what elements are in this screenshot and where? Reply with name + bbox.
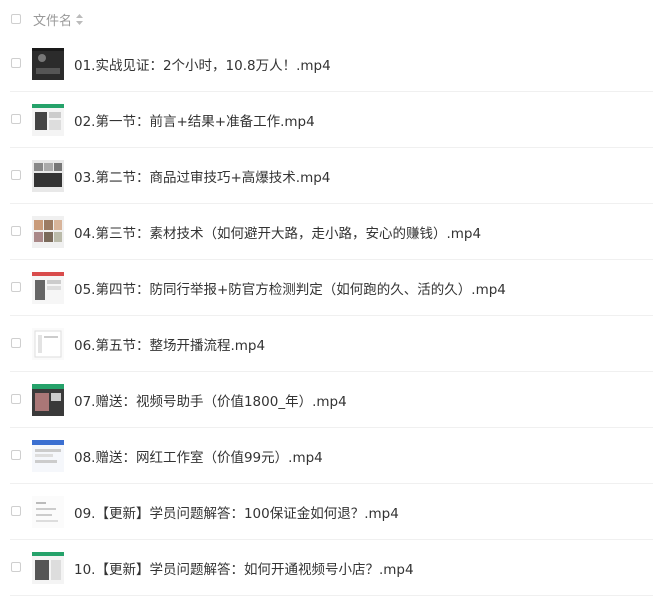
- file-name[interactable]: 02.第一节：前言+结果+准备工作.mp4: [74, 110, 315, 130]
- filename-column-header[interactable]: 文件名: [33, 10, 84, 29]
- file-name[interactable]: 06.第五节：整场开播流程.mp4: [74, 334, 265, 354]
- video-thumbnail[interactable]: [32, 160, 64, 192]
- file-row[interactable]: 03.第二节：商品过审技巧+高爆技术.mp4: [0, 148, 653, 204]
- file-checkbox[interactable]: [11, 114, 21, 124]
- select-all-checkbox[interactable]: [11, 14, 21, 24]
- video-thumbnail[interactable]: [32, 496, 64, 528]
- file-name[interactable]: 07.赠送：视频号助手（价值1800_年）.mp4: [74, 390, 347, 410]
- video-thumbnail[interactable]: [32, 384, 64, 416]
- file-row[interactable]: 04.第三节：素材技术（如何避开大路，走小路，安心的赚钱）.mp4: [0, 204, 653, 260]
- file-name[interactable]: 03.第二节：商品过审技巧+高爆技术.mp4: [74, 166, 330, 186]
- row-divider: [10, 595, 653, 596]
- file-row[interactable]: 06.第五节：整场开播流程.mp4: [0, 316, 653, 372]
- file-checkbox[interactable]: [11, 282, 21, 292]
- video-thumbnail[interactable]: [32, 216, 64, 248]
- file-checkbox[interactable]: [11, 562, 21, 572]
- video-thumbnail[interactable]: [32, 552, 64, 584]
- file-row[interactable]: 02.第一节：前言+结果+准备工作.mp4: [0, 92, 653, 148]
- file-name[interactable]: 05.第四节：防同行举报+防官方检测判定（如何跑的久、活的久）.mp4: [74, 278, 506, 298]
- video-thumbnail[interactable]: [32, 328, 64, 360]
- filename-column-label: 文件名: [33, 14, 73, 29]
- file-checkbox[interactable]: [11, 226, 21, 236]
- video-thumbnail[interactable]: [32, 48, 64, 80]
- file-row[interactable]: 05.第四节：防同行举报+防官方检测判定（如何跑的久、活的久）.mp4: [0, 260, 653, 316]
- file-row[interactable]: 09.【更新】学员问题解答：100保证金如何退？.mp4: [0, 484, 653, 540]
- file-list-header: 文件名: [0, 0, 653, 38]
- file-name[interactable]: 10.【更新】学员问题解答：如何开通视频号小店？.mp4: [74, 558, 414, 578]
- file-checkbox[interactable]: [11, 58, 21, 68]
- file-checkbox[interactable]: [11, 450, 21, 460]
- sort-icon[interactable]: [76, 14, 84, 25]
- file-checkbox[interactable]: [11, 506, 21, 516]
- file-name[interactable]: 08.赠送：网红工作室（价值99元）.mp4: [74, 446, 323, 466]
- file-row[interactable]: 07.赠送：视频号助手（价值1800_年）.mp4: [0, 372, 653, 428]
- file-row[interactable]: 10.【更新】学员问题解答：如何开通视频号小店？.mp4: [0, 540, 653, 596]
- file-name[interactable]: 09.【更新】学员问题解答：100保证金如何退？.mp4: [74, 502, 399, 522]
- video-thumbnail[interactable]: [32, 272, 64, 304]
- video-thumbnail[interactable]: [32, 440, 64, 472]
- file-checkbox[interactable]: [11, 394, 21, 404]
- video-thumbnail[interactable]: [32, 104, 64, 136]
- file-checkbox[interactable]: [11, 338, 21, 348]
- file-name[interactable]: 04.第三节：素材技术（如何避开大路，走小路，安心的赚钱）.mp4: [74, 222, 481, 242]
- file-name[interactable]: 01.实战见证：2个小时，10.8万人！.mp4: [74, 54, 331, 74]
- file-checkbox[interactable]: [11, 170, 21, 180]
- file-row[interactable]: 08.赠送：网红工作室（价值99元）.mp4: [0, 428, 653, 484]
- file-row[interactable]: 01.实战见证：2个小时，10.8万人！.mp4: [0, 36, 653, 92]
